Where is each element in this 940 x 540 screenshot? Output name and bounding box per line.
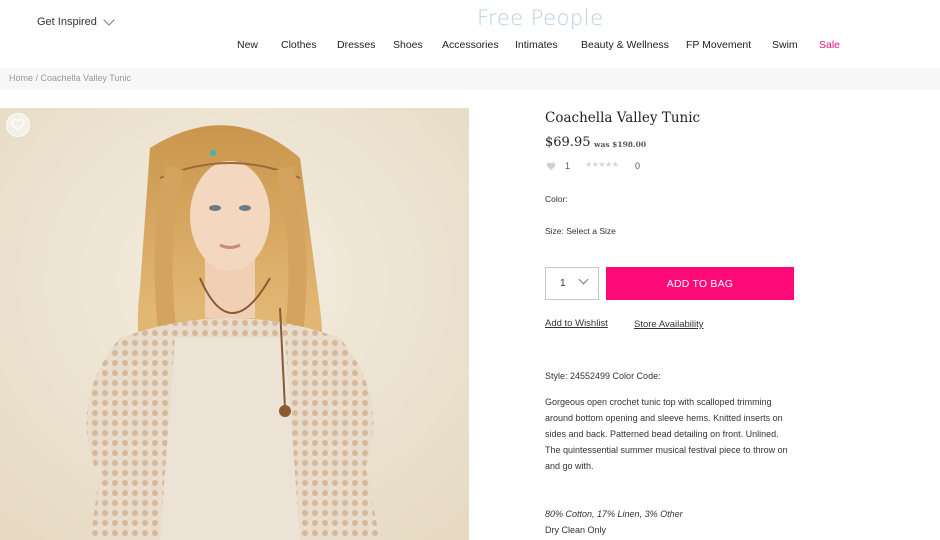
product-description: Gorgeous open crochet tunic top with sca… [545, 397, 788, 471]
star-icon: ★ [605, 160, 612, 169]
site-header: Get Inspired Free People New Clothes Dre… [0, 0, 940, 68]
color-label: Color: [545, 194, 568, 204]
heart-icon [11, 119, 25, 131]
product-was-price: was $198.00 [594, 140, 647, 149]
likes-count: 1 [565, 161, 571, 171]
star-icon: ★ [585, 160, 592, 169]
breadcrumb-home[interactable]: Home [9, 73, 33, 83]
likes[interactable]: 1 [546, 161, 570, 171]
nav-item-new[interactable]: New [237, 39, 258, 51]
nav-item-beauty-wellness[interactable]: Beauty & Wellness [581, 39, 669, 51]
breadcrumb-bar: Home / Coachella Valley Tunic [0, 68, 940, 90]
star-rating[interactable]: ★★★★★ [585, 160, 619, 169]
nav-item-clothes[interactable]: Clothes [281, 39, 317, 51]
nav-item-fp-movement[interactable]: FP Movement [686, 39, 751, 51]
nav-item-accessories[interactable]: Accessories [442, 39, 499, 51]
style-code: Style: 24552499 Color Code: [545, 371, 661, 381]
quantity-select[interactable]: 1 [545, 267, 599, 300]
breadcrumb-current: Coachella Valley Tunic [40, 73, 131, 83]
nav-item-swim[interactable]: Swim [772, 39, 798, 51]
chevron-down-icon [103, 14, 115, 26]
product-image[interactable] [0, 108, 469, 540]
product-material: 80% Cotton, 17% Linen, 3% Other [545, 509, 683, 519]
review-count[interactable]: 0 [635, 161, 640, 171]
nav-item-dresses[interactable]: Dresses [337, 39, 376, 51]
main-nav: New Clothes Dresses Shoes Accessories In… [0, 39, 940, 53]
quantity-value: 1 [560, 278, 566, 289]
product-care: Dry Clean Only [545, 525, 607, 535]
breadcrumb-separator: / [33, 73, 41, 83]
wishlist-heart-button[interactable] [6, 113, 30, 137]
star-icon: ★ [598, 160, 606, 169]
product-title: Coachella Valley Tunic [545, 110, 701, 126]
nav-item-intimates[interactable]: Intimates [515, 39, 558, 51]
add-to-bag-button[interactable]: ADD TO BAG [606, 267, 794, 300]
chevron-down-icon [578, 274, 589, 285]
nav-item-sale[interactable]: Sale [819, 39, 840, 51]
breadcrumb: Home / Coachella Valley Tunic [9, 73, 131, 83]
store-availability-link[interactable]: Store Availability [634, 319, 704, 330]
heart-icon [546, 162, 556, 170]
product-price: $69.95 [545, 135, 591, 150]
site-logo[interactable]: Free People [477, 6, 604, 30]
get-inspired-menu[interactable]: Get Inspired [37, 14, 115, 28]
model-photo [0, 108, 469, 540]
add-to-wishlist-link[interactable]: Add to Wishlist [545, 318, 608, 329]
star-icon: ★ [611, 160, 619, 169]
get-inspired-label: Get Inspired [37, 16, 97, 28]
size-label: Size: Select a Size [545, 226, 616, 236]
nav-item-shoes[interactable]: Shoes [393, 39, 423, 51]
